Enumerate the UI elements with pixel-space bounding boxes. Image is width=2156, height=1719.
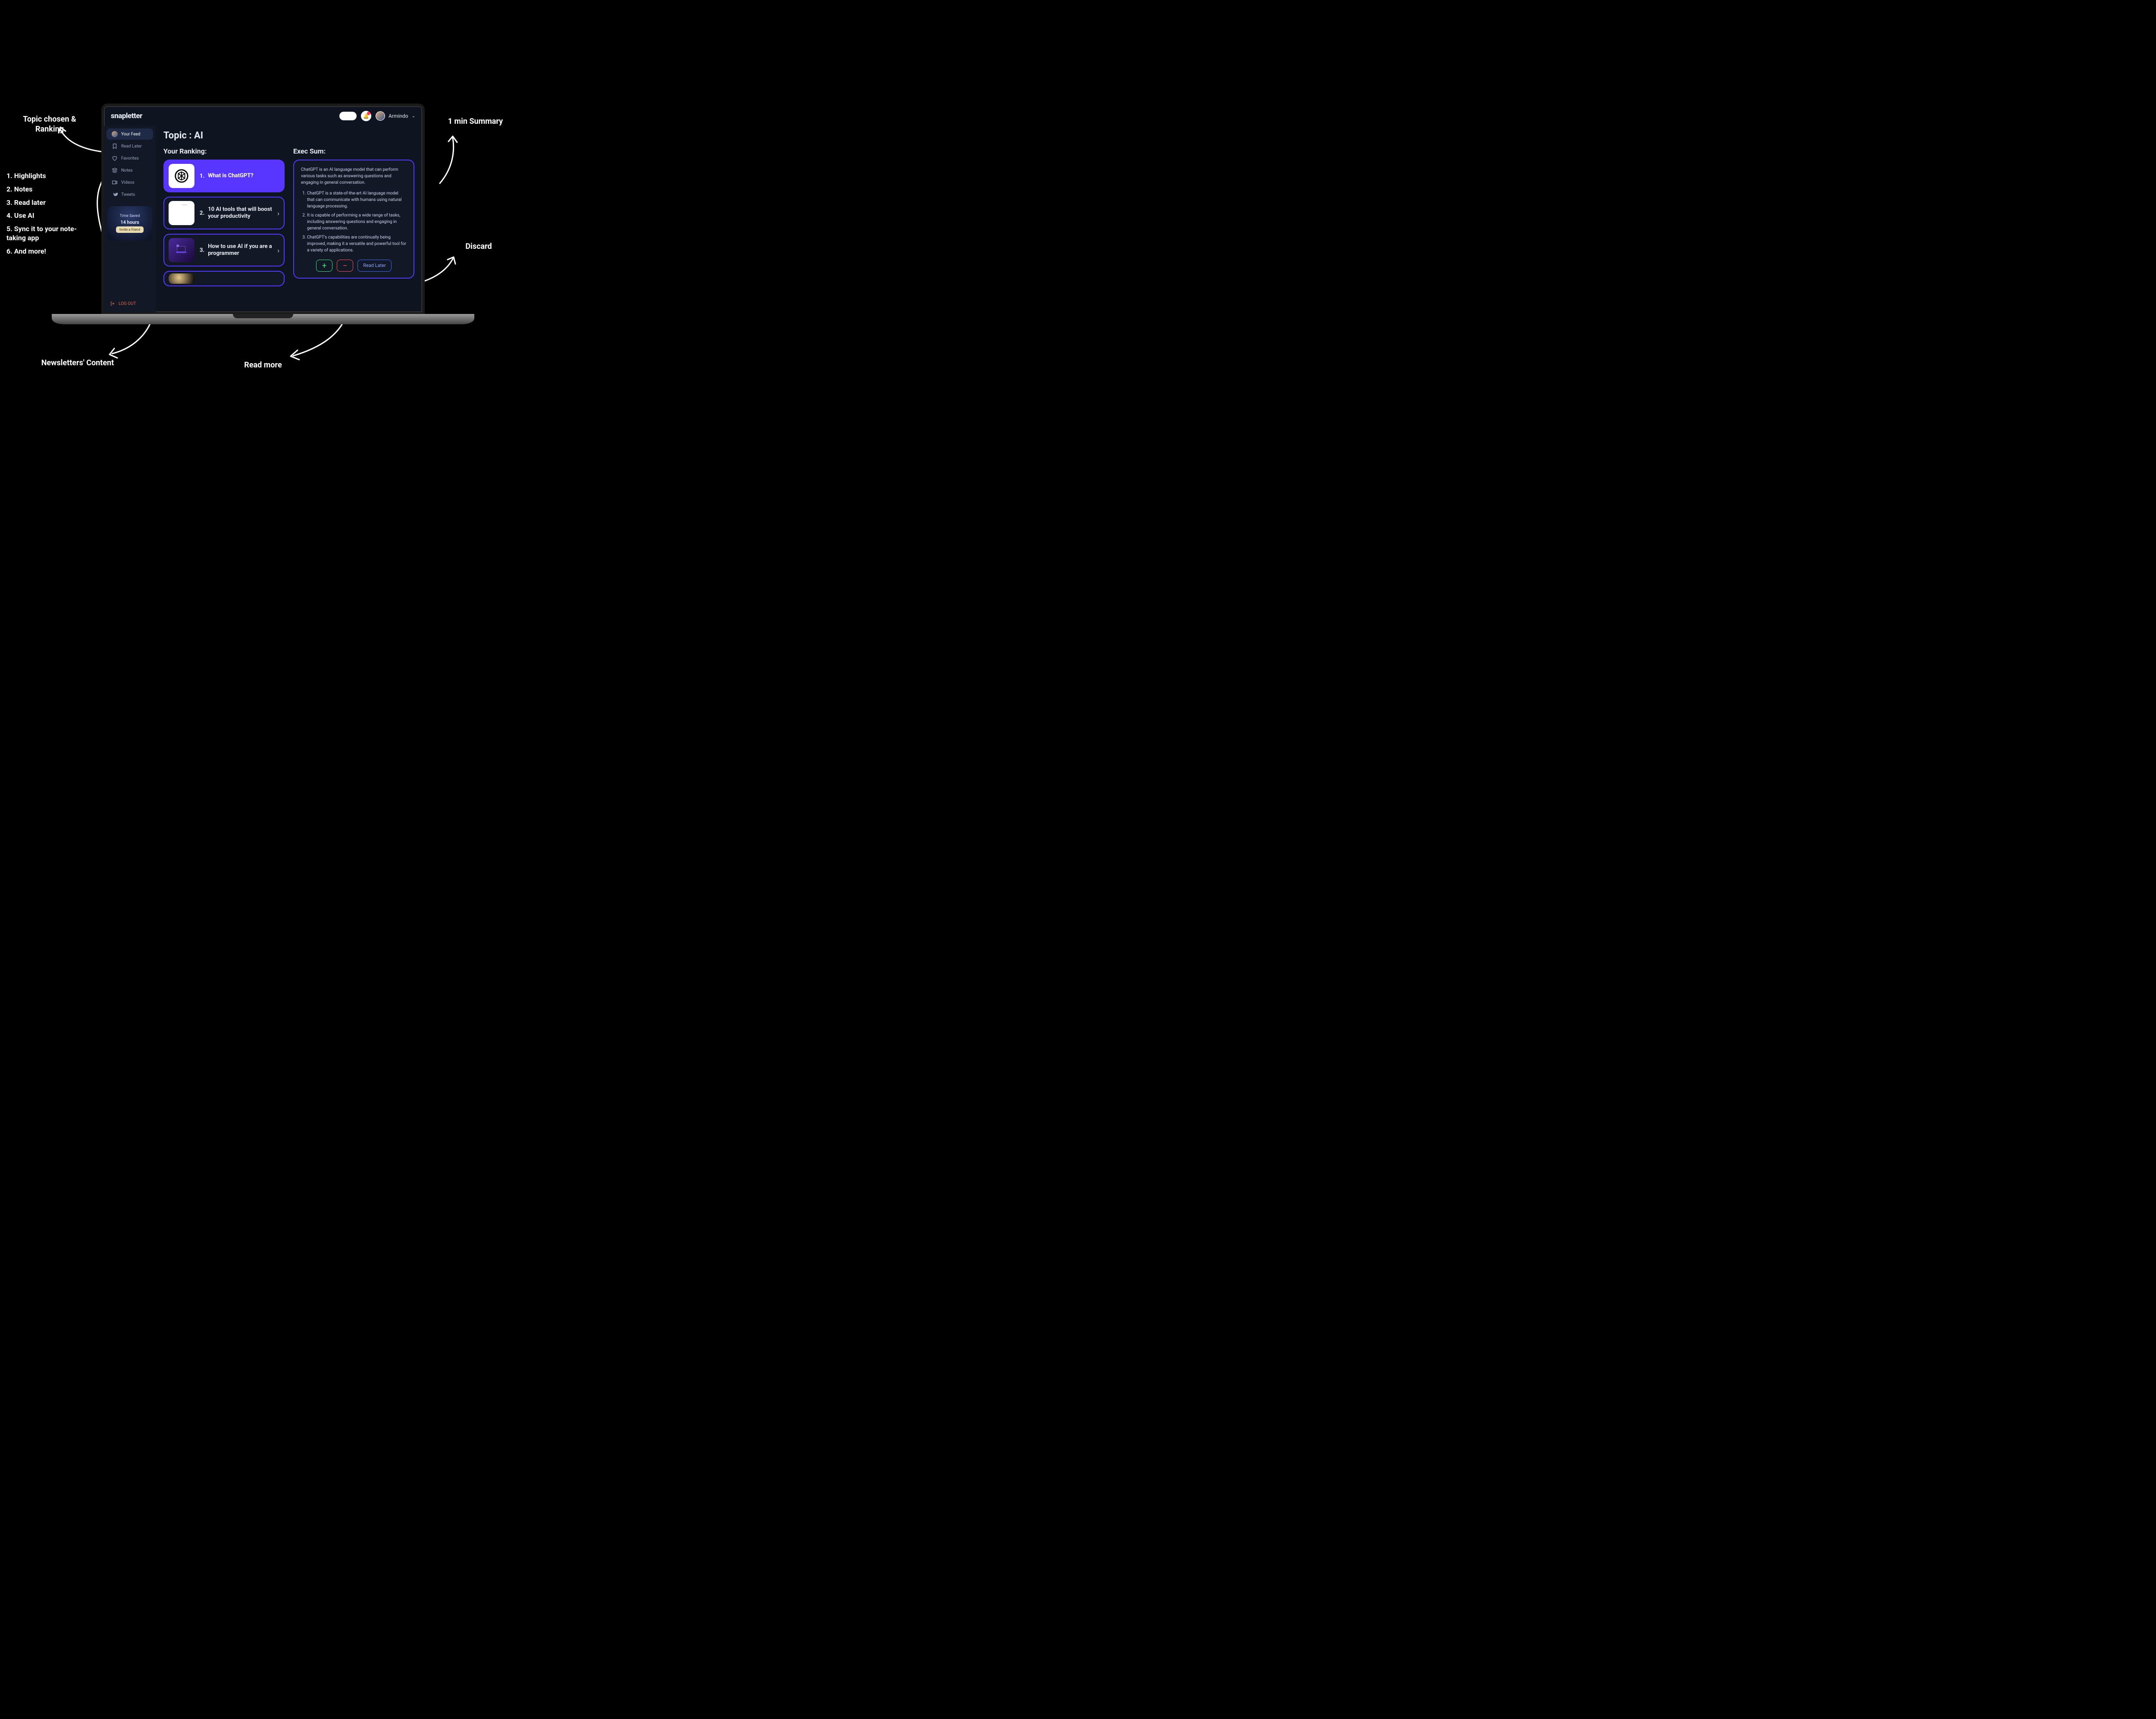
theme-toggle[interactable]	[339, 112, 357, 120]
stack-icon	[112, 167, 118, 173]
bell-icon: 🔔	[363, 113, 369, 119]
ranking-title: Your Ranking:	[163, 147, 285, 155]
read-later-button[interactable]: Read Later	[357, 260, 392, 272]
video-icon	[112, 179, 118, 185]
promo-card: Time Saved 14 hours Invite a friend	[107, 206, 152, 241]
twitter-icon	[112, 191, 118, 198]
ranking-title-1: What is ChatGPT?	[208, 173, 254, 179]
ranking-num-3: 3.	[200, 247, 204, 254]
sidebar-item-label: Notes	[121, 168, 133, 173]
exec-bullet-3: ChatGPT's capabilities are continually b…	[307, 234, 407, 254]
user-avatar	[376, 111, 385, 121]
sidebar-item-read-later[interactable]: Read Later	[107, 141, 153, 152]
main-content: Topic : AI Your Ranking:	[156, 126, 422, 312]
ranking-column: Your Ranking: 1. What is ChatGPT?	[163, 147, 285, 312]
chevron-right-icon: ›	[277, 246, 279, 254]
ranking-thumb-1	[169, 164, 194, 188]
laptop-mockup: snapletter 🔔 Armindo ⌄ Your Feed	[52, 104, 474, 345]
sidebar-item-label: Favorites	[121, 156, 139, 161]
app-root: snapletter 🔔 Armindo ⌄ Your Feed	[104, 106, 422, 312]
laptop-icon	[173, 242, 190, 258]
sidebar-item-label: Videos	[121, 180, 135, 185]
laptop-screen: snapletter 🔔 Armindo ⌄ Your Feed	[101, 104, 425, 315]
exec-summary-card: ChatGPT is an AI language model that can…	[293, 160, 414, 279]
promo-title: Time Saved	[120, 214, 140, 218]
ranking-card-4[interactable]	[163, 271, 285, 286]
invite-friend-button[interactable]: Invite a friend	[116, 226, 144, 233]
chevron-right-icon: ›	[277, 209, 279, 217]
exec-title: Exec Sum:	[293, 147, 414, 155]
laptop-notch	[233, 314, 293, 318]
logout-button[interactable]: LOG OUT	[104, 298, 156, 310]
ranking-thumb-3	[169, 238, 194, 262]
columns: Your Ranking: 1. What is ChatGPT?	[163, 147, 414, 312]
sidebar-item-label: Tweets	[121, 192, 135, 197]
bookmark-icon	[112, 143, 118, 149]
ranking-list: 1. What is ChatGPT?	[163, 160, 285, 286]
sidebar-item-notes[interactable]: Notes	[107, 165, 153, 176]
app-logo: snapletter	[111, 112, 142, 120]
ranking-num-1: 1.	[200, 173, 204, 179]
logout-icon	[110, 301, 115, 306]
discard-button[interactable]: −	[337, 260, 353, 272]
sidebar-item-favorites[interactable]: Favorites	[107, 153, 153, 164]
ranking-num-2: 2.	[200, 210, 204, 216]
topic-title: Topic : AI	[163, 130, 414, 141]
heart-icon	[112, 155, 118, 161]
sidebar-item-label: Your Feed	[121, 132, 140, 137]
user-menu[interactable]: Armindo ⌄	[376, 111, 415, 121]
ranking-thumb-2	[169, 201, 194, 225]
exec-intro: ChatGPT is an AI language model that can…	[301, 166, 407, 186]
ranking-card-1[interactable]: 1. What is ChatGPT?	[163, 160, 285, 192]
promo-hours: 14 hours	[120, 220, 139, 225]
exec-bullets: ChatGPT is a state-of-the-art AI languag…	[301, 190, 407, 254]
chevron-down-icon: ⌄	[412, 114, 415, 119]
ranking-thumb-4	[169, 273, 194, 284]
workspace: Your Feed Read Later Favorites Notes	[104, 126, 422, 312]
exec-actions: + − Read Later	[301, 260, 407, 272]
notifications-button[interactable]: 🔔	[361, 111, 371, 121]
exec-bullet-1: ChatGPT is a state-of-the-art AI languag…	[307, 190, 407, 210]
ranking-title-3: How to use AI if you are a programmer	[208, 243, 272, 257]
topbar: snapletter 🔔 Armindo ⌄	[104, 106, 422, 126]
sidebar-item-your-feed[interactable]: Your Feed	[107, 129, 153, 140]
ranking-card-3[interactable]: 3. How to use AI if you are a programmer…	[163, 234, 285, 267]
sidebar-item-videos[interactable]: Videos	[107, 177, 153, 188]
sidebar: Your Feed Read Later Favorites Notes	[104, 126, 156, 312]
avatar-icon	[112, 131, 118, 137]
logout-label: LOG OUT	[119, 301, 136, 306]
ranking-card-2[interactable]: 2. 10 AI tools that will boost your prod…	[163, 197, 285, 229]
exec-column: Exec Sum: ChatGPT is an AI language mode…	[293, 147, 414, 312]
exec-bullet-2: It is capable of performing a wide range…	[307, 212, 407, 232]
sidebar-item-label: Read Later	[121, 144, 142, 149]
user-name: Armindo	[389, 113, 408, 119]
sidebar-item-tweets[interactable]: Tweets	[107, 189, 153, 200]
ranking-title-2: 10 AI tools that will boost your product…	[208, 206, 272, 220]
openai-icon	[173, 168, 190, 184]
add-button[interactable]: +	[316, 260, 332, 272]
